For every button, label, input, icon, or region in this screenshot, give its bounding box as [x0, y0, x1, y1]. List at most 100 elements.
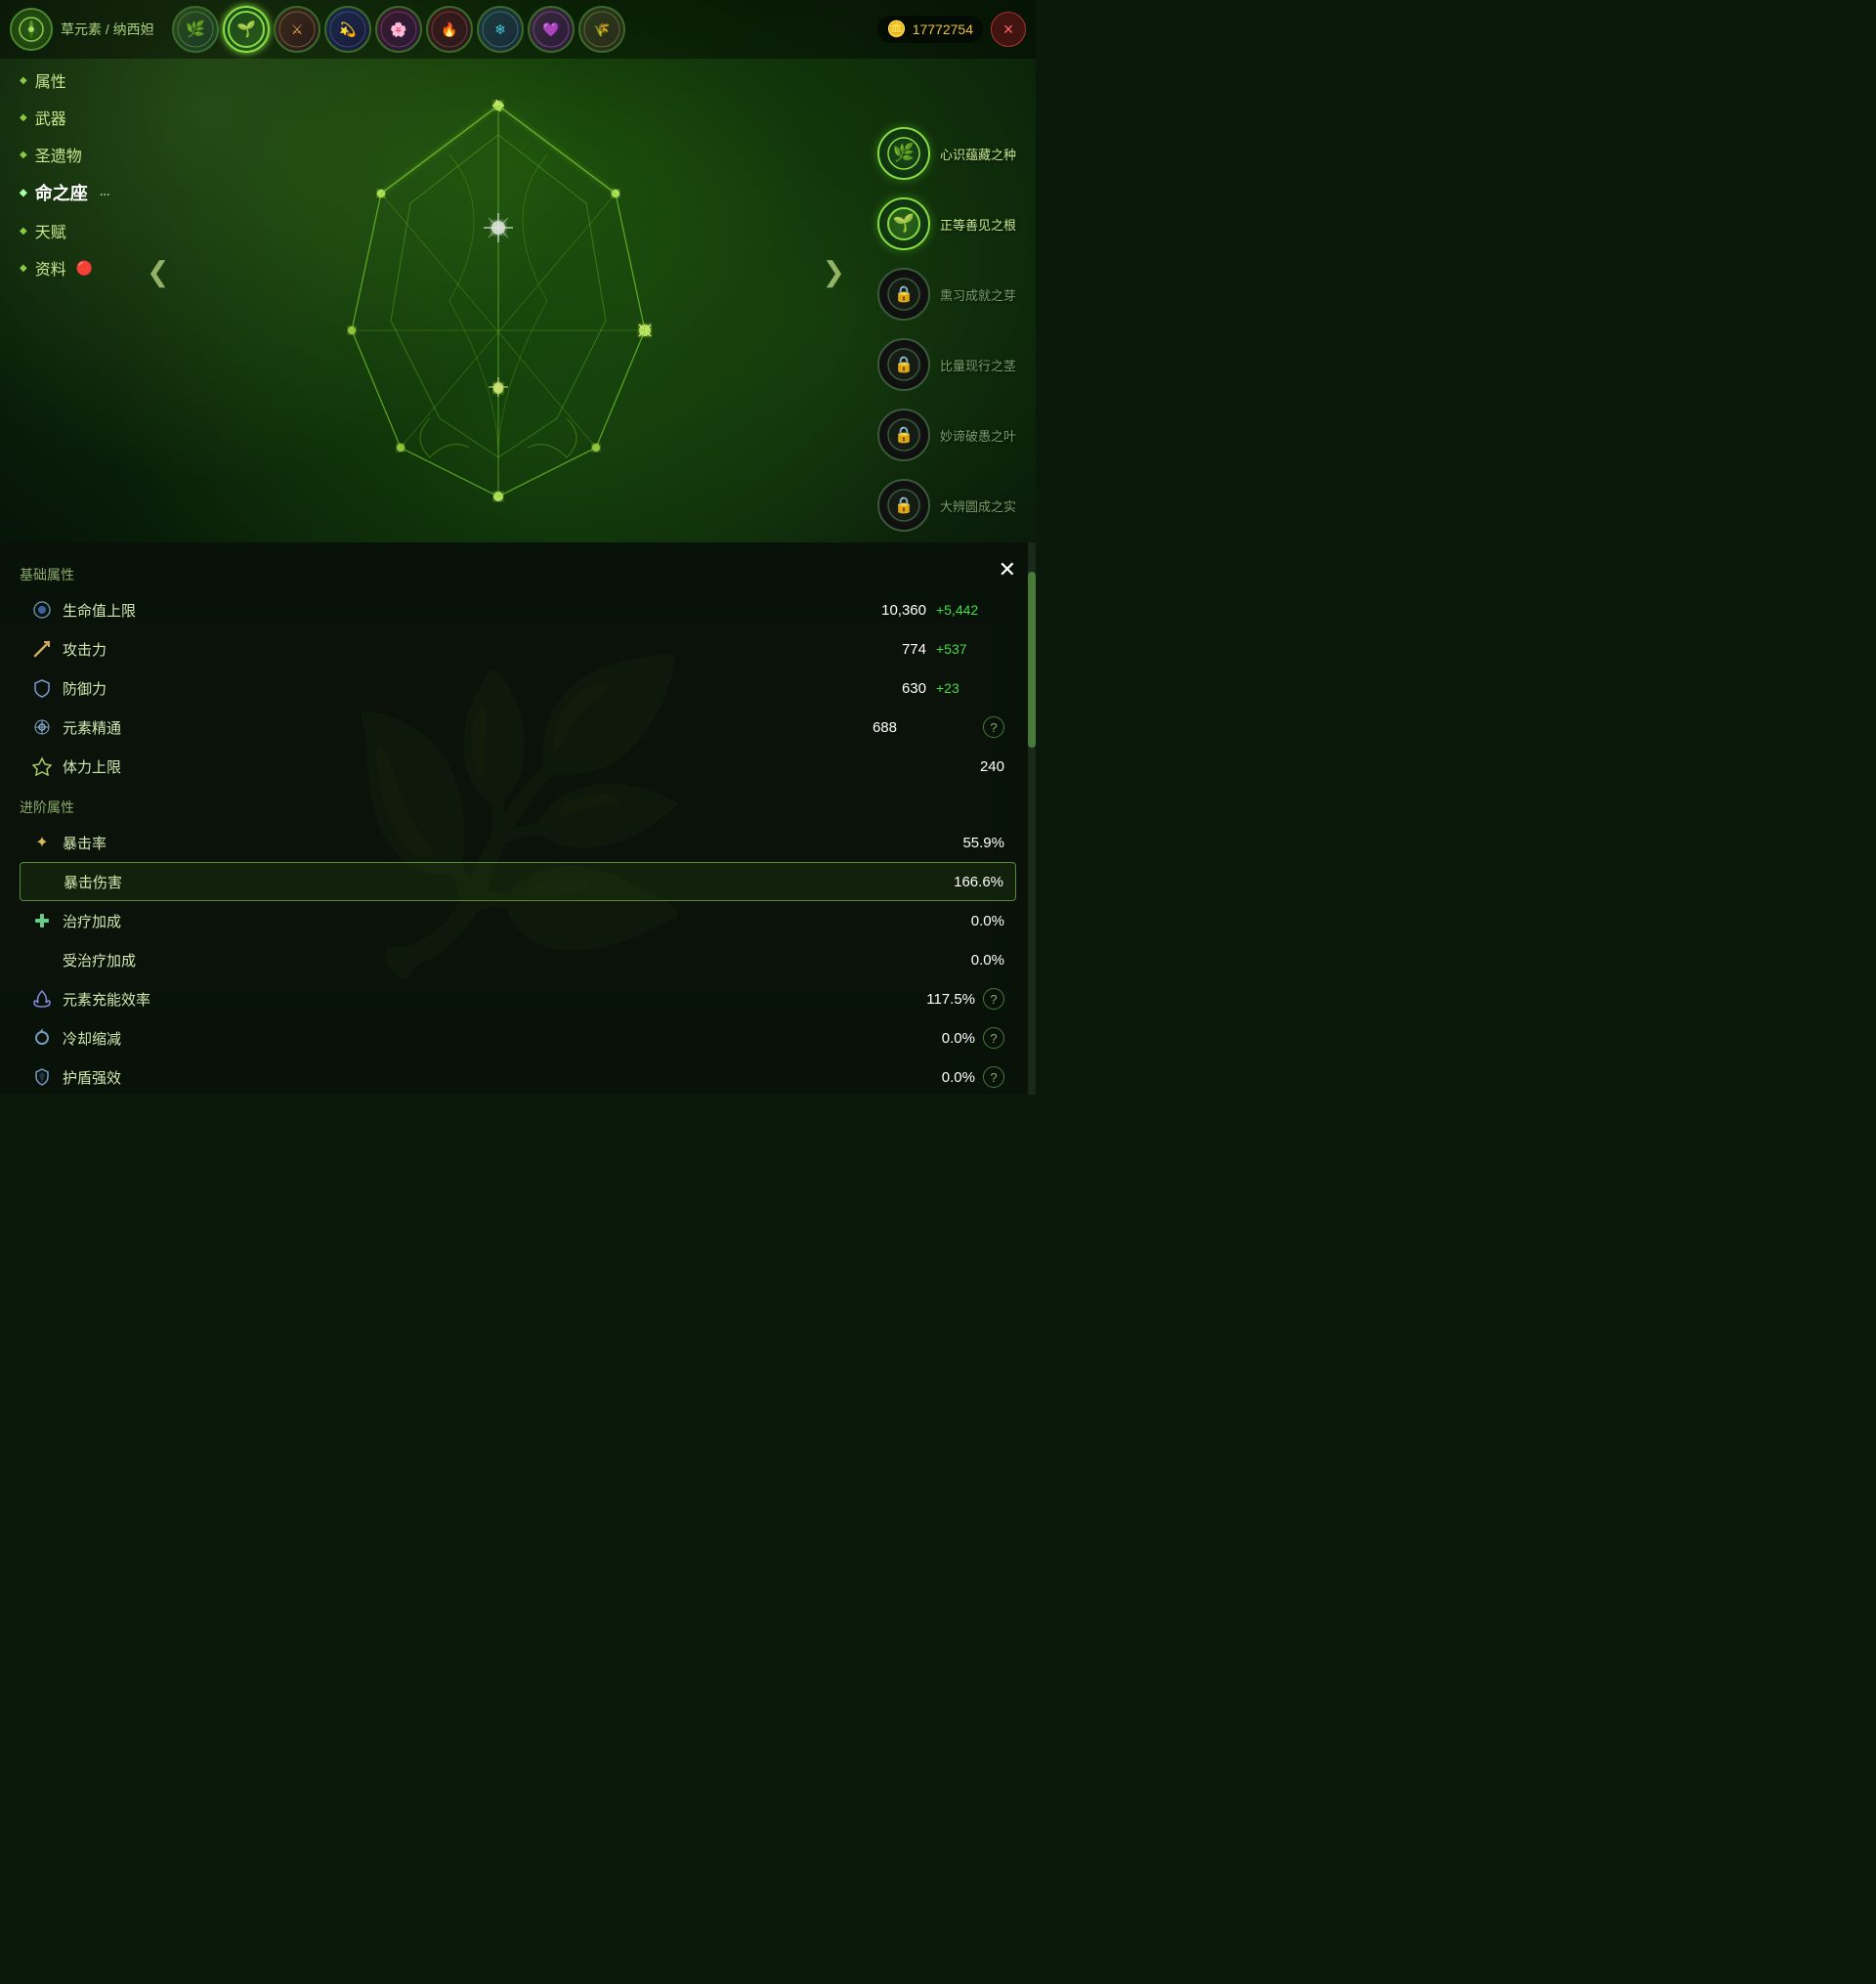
stats-panel: 🌿 ✕ 基础属性 生命值上限 10,360 +5,442 攻击力 774 +53… [0, 542, 1036, 1095]
em-help-button[interactable]: ? [983, 716, 1004, 738]
heal-recv-value: 0.0% [926, 952, 1004, 969]
nav-arrow-left[interactable]: ❮ [147, 255, 169, 287]
cd-help-button[interactable]: ? [983, 1027, 1004, 1049]
skill-item-1[interactable]: 🌿 心识蕴藏之种 [877, 127, 1016, 180]
gold-coin-icon: 🪙 [887, 20, 907, 39]
heal-recv-label: 受治疗加成 [63, 950, 926, 970]
stat-row-crit-dmg: 暴击伤害 166.6% [20, 862, 1016, 901]
char-avatar-2[interactable]: 🌱 [223, 6, 270, 53]
char-avatar-4[interactable]: 💫 [324, 6, 371, 53]
stats-close-button[interactable]: ✕ [999, 557, 1016, 582]
em-label: 元素精通 [63, 717, 819, 738]
stat-row-def: 防御力 630 +23 [20, 669, 1016, 708]
heal-bonus-label: 治疗加成 [63, 911, 926, 931]
sidebar-label-constellation: 命之座 [35, 180, 88, 205]
skill-item-2[interactable]: 🌱 正等善见之根 [877, 197, 1016, 250]
skill-icon-3: 🔒 [877, 268, 930, 321]
char-avatar-8[interactable]: 💜 [528, 6, 575, 53]
skill-item-4[interactable]: 🔒 比量现行之茎 [877, 338, 1016, 391]
energy-help-button[interactable]: ? [983, 988, 1004, 1010]
sidebar-label-weapon: 武器 [35, 106, 66, 129]
breadcrumb: 草元素 / 纳西妲 [61, 20, 154, 39]
skill-item-5[interactable]: 🔒 妙谛破愚之叶 [877, 409, 1016, 461]
skill-item-3[interactable]: 🔒 熏习成就之芽 [877, 268, 1016, 321]
char-avatar-6[interactable]: 🔥 [426, 6, 473, 53]
svg-text:🌸: 🌸 [390, 22, 406, 38]
scrollbar-track[interactable] [1028, 542, 1036, 1095]
def-value: 630 [848, 680, 926, 697]
skill-icon-6: 🔒 [877, 479, 930, 532]
stamina-label: 体力上限 [63, 756, 926, 777]
atk-value: 774 [848, 641, 926, 658]
em-icon [31, 716, 53, 738]
hp-value: 10,360 [848, 602, 926, 619]
char-avatar-9[interactable]: 🌾 [578, 6, 625, 53]
energy-icon [31, 988, 53, 1010]
sidebar-item-attributes[interactable]: 属性 [20, 68, 110, 92]
nav-close-button[interactable]: × [991, 12, 1026, 47]
svg-text:🔒: 🔒 [894, 496, 914, 514]
stat-row-em: 元素精通 688 ? [20, 708, 1016, 747]
heal-recv-icon [31, 949, 53, 970]
stat-row-cd: 冷却缩减 0.0% ? [20, 1018, 1016, 1057]
skill-label-2: 正等善见之根 [940, 215, 1016, 234]
shield-label: 护盾强效 [63, 1067, 897, 1088]
sidebar-item-weapon[interactable]: 武器 [20, 106, 110, 129]
game-logo [10, 8, 53, 51]
section-label-advanced: 进阶属性 [20, 798, 1016, 817]
sidebar-item-artifact[interactable]: 圣遗物 [20, 143, 110, 166]
sidebar-label-attributes: 属性 [35, 68, 66, 92]
crit-dmg-label: 暴击伤害 [64, 872, 925, 892]
def-bonus: +23 [936, 680, 1004, 696]
scrollbar-thumb[interactable] [1028, 572, 1036, 748]
stat-row-stamina: 体力上限 240 [20, 747, 1016, 786]
def-label: 防御力 [63, 678, 848, 699]
top-navigation: 草元素 / 纳西妲 🌿 🌱 ⚔ 💫 🌸 🔥 ❄ [0, 0, 1036, 59]
nav-arrow-right[interactable]: ❯ [823, 255, 845, 287]
def-icon [31, 677, 53, 699]
svg-text:✦: ✦ [35, 835, 48, 851]
stamina-icon [31, 755, 53, 777]
sidebar-item-constellation[interactable]: 命之座 … [20, 180, 110, 205]
stat-row-hp: 生命值上限 10,360 +5,442 [20, 590, 1016, 629]
gold-amount: 17772754 [913, 22, 973, 37]
atk-label: 攻击力 [63, 639, 848, 660]
sidebar-item-talent[interactable]: 天赋 [20, 219, 110, 242]
skill-icon-1: 🌿 [877, 127, 930, 180]
atk-icon [31, 638, 53, 660]
shield-help-button[interactable]: ? [983, 1066, 1004, 1088]
heal-bonus-value: 0.0% [926, 913, 1004, 929]
svg-text:🌾: 🌾 [593, 22, 610, 37]
char-avatar-1[interactable]: 🌿 [172, 6, 219, 53]
constellation-display [156, 59, 840, 542]
skill-label-3: 熏习成就之芽 [940, 285, 1016, 304]
char-avatar-3[interactable]: ⚔ [274, 6, 320, 53]
hp-icon [31, 599, 53, 621]
shield-icon [31, 1066, 53, 1088]
cd-icon [31, 1027, 53, 1049]
svg-text:🌱: 🌱 [893, 213, 915, 233]
svg-text:💫: 💫 [339, 22, 357, 38]
sidebar-item-info[interactable]: 资料 🔴 [20, 256, 110, 280]
crit-rate-value: 55.9% [926, 835, 1004, 851]
char-avatar-5[interactable]: 🌸 [375, 6, 422, 53]
arrow-left-icon: ❮ [147, 256, 169, 286]
skill-icon-4: 🔒 [877, 338, 930, 391]
char-avatar-7[interactable]: ❄ [477, 6, 524, 53]
skill-item-6[interactable]: 🔒 大辨圆成之实 [877, 479, 1016, 532]
arrow-right-icon: ❯ [823, 256, 845, 286]
skill-label-4: 比量现行之茎 [940, 356, 1016, 374]
stat-row-heal-recv: 受治疗加成 0.0% [20, 940, 1016, 979]
svg-text:🌱: 🌱 [236, 21, 256, 38]
svg-text:⚔: ⚔ [290, 22, 303, 37]
svg-text:❄: ❄ [494, 22, 506, 37]
svg-text:🔥: 🔥 [441, 22, 457, 38]
skill-label-1: 心识蕴藏之种 [940, 145, 1016, 163]
sidebar-label-info: 资料 [35, 256, 66, 280]
crit-dmg-value: 166.6% [925, 874, 1003, 890]
cd-label: 冷却缩减 [63, 1028, 897, 1049]
hp-label: 生命值上限 [63, 600, 848, 621]
stat-row-shield: 护盾强效 0.0% ? [20, 1057, 1016, 1095]
crit-dmg-icon [32, 871, 54, 892]
skill-label-5: 妙谛破愚之叶 [940, 426, 1016, 445]
